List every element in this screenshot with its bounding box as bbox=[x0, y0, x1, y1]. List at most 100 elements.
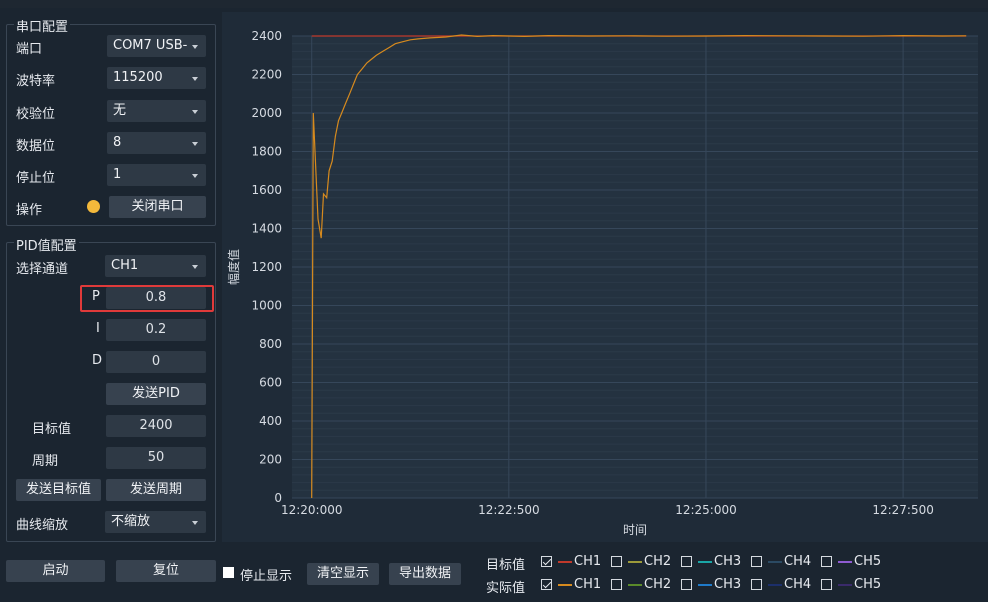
stop-display-checkbox[interactable] bbox=[223, 567, 234, 578]
stopbits-select[interactable]: 1 bbox=[107, 164, 206, 186]
port-label: 端口 bbox=[16, 42, 43, 57]
chevron-down-icon bbox=[192, 45, 198, 49]
legend-actual-ch4-checkbox[interactable] bbox=[751, 579, 762, 590]
channel-value: CH1 bbox=[111, 258, 139, 273]
legend-actual-ch3-swatch bbox=[698, 584, 712, 586]
stopbits-label: 停止位 bbox=[16, 171, 56, 186]
databits-value: 8 bbox=[113, 135, 122, 150]
d-input[interactable]: 0 bbox=[106, 351, 206, 373]
legend-actual-ch5-checkbox[interactable] bbox=[821, 579, 832, 590]
legend-actual-ch1-swatch bbox=[558, 584, 572, 586]
x-tick-label: 12:20:000 bbox=[281, 503, 343, 517]
legend-target-ch1-swatch bbox=[558, 561, 572, 563]
chevron-down-icon bbox=[192, 265, 198, 269]
zoom-select[interactable]: 不缩放 bbox=[105, 511, 206, 533]
legend-actual-label: 实际值 bbox=[486, 581, 526, 596]
legend-target-ch4-checkbox[interactable] bbox=[751, 556, 762, 567]
y-tick-label: 1200 bbox=[251, 260, 282, 274]
legend-actual-ch4-swatch bbox=[768, 584, 782, 586]
i-input[interactable]: 0.2 bbox=[106, 319, 206, 341]
d-label: D bbox=[92, 353, 103, 368]
legend-actual-ch3-label: CH3 bbox=[714, 577, 742, 592]
legend-actual-ch1-checkbox[interactable] bbox=[541, 579, 552, 590]
baud-select[interactable]: 115200 bbox=[107, 67, 206, 89]
stopbits-value: 1 bbox=[113, 167, 122, 182]
baud-label: 波特率 bbox=[16, 74, 56, 89]
target-input[interactable]: 2400 bbox=[106, 415, 206, 437]
legend-target-ch4-label: CH4 bbox=[784, 554, 812, 569]
legend-actual-ch5-swatch bbox=[838, 584, 852, 586]
databits-label: 数据位 bbox=[16, 139, 56, 154]
period-label: 周期 bbox=[32, 454, 59, 469]
y-tick-label: 1400 bbox=[251, 222, 282, 236]
reset-button[interactable]: 复位 bbox=[116, 560, 216, 582]
send-period-button[interactable]: 发送周期 bbox=[106, 479, 206, 501]
export-data-button[interactable]: 导出数据 bbox=[389, 563, 461, 585]
x-tick-label: 12:25:000 bbox=[675, 503, 737, 517]
p-label: P bbox=[92, 289, 100, 304]
y-tick-label: 2200 bbox=[251, 68, 282, 82]
y-axis-label: 幅度值 bbox=[226, 249, 241, 285]
y-tick-label: 2400 bbox=[251, 29, 282, 43]
send-target-button[interactable]: 发送目标值 bbox=[16, 479, 101, 501]
legend-actual-ch5-label: CH5 bbox=[854, 577, 882, 592]
legend-actual-ch1-label: CH1 bbox=[574, 577, 602, 592]
x-axis-label: 时间 bbox=[623, 523, 647, 537]
chevron-down-icon bbox=[192, 77, 198, 81]
clear-display-button[interactable]: 清空显示 bbox=[307, 563, 379, 585]
legend-actual-ch2-swatch bbox=[628, 584, 642, 586]
parity-value: 无 bbox=[113, 103, 127, 118]
databits-select[interactable]: 8 bbox=[107, 132, 206, 154]
channel-select[interactable]: CH1 bbox=[105, 255, 206, 277]
parity-select[interactable]: 无 bbox=[107, 100, 206, 122]
serial-config-title: 串口配置 bbox=[14, 16, 71, 35]
pid-config-title: PID值配置 bbox=[14, 235, 79, 254]
x-tick-label: 12:22:500 bbox=[478, 503, 540, 517]
parity-label: 校验位 bbox=[16, 107, 56, 122]
legend-target-ch3-checkbox[interactable] bbox=[681, 556, 692, 567]
close-port-button[interactable]: 关闭串口 bbox=[109, 196, 206, 218]
y-tick-label: 800 bbox=[259, 337, 282, 351]
send-pid-button[interactable]: 发送PID bbox=[106, 383, 206, 405]
chevron-down-icon bbox=[192, 521, 198, 525]
operation-label: 操作 bbox=[16, 203, 43, 218]
channel-label: 选择通道 bbox=[16, 262, 69, 277]
legend-target-ch3-label: CH3 bbox=[714, 554, 742, 569]
legend-actual-ch2-checkbox[interactable] bbox=[611, 579, 622, 590]
legend-target-ch2-swatch bbox=[628, 561, 642, 563]
zoom-label: 曲线缩放 bbox=[16, 518, 69, 533]
legend-target-ch2-label: CH2 bbox=[644, 554, 672, 569]
line-chart: 0200400600800100012001400160018002000220… bbox=[222, 12, 988, 542]
p-input[interactable]: 0.8 bbox=[106, 287, 206, 309]
chevron-down-icon bbox=[192, 110, 198, 114]
legend-actual-ch3-checkbox[interactable] bbox=[681, 579, 692, 590]
top-toolbar-strip bbox=[0, 0, 988, 8]
legend-target-ch5-label: CH5 bbox=[854, 554, 882, 569]
x-tick-label: 12:27:500 bbox=[872, 503, 934, 517]
zoom-value: 不缩放 bbox=[111, 514, 151, 529]
port-value: COM7 USB- bbox=[113, 38, 188, 53]
legend-target-ch5-checkbox[interactable] bbox=[821, 556, 832, 567]
i-label: I bbox=[96, 321, 100, 336]
legend-target-ch2-checkbox[interactable] bbox=[611, 556, 622, 567]
legend-actual-ch4-label: CH4 bbox=[784, 577, 812, 592]
start-button[interactable]: 启动 bbox=[6, 560, 105, 582]
target-label: 目标值 bbox=[32, 422, 72, 437]
y-tick-label: 200 bbox=[259, 453, 282, 467]
baud-value: 115200 bbox=[113, 70, 163, 85]
y-tick-label: 1600 bbox=[251, 183, 282, 197]
period-input[interactable]: 50 bbox=[106, 447, 206, 469]
y-tick-label: 1800 bbox=[251, 145, 282, 159]
chevron-down-icon bbox=[192, 174, 198, 178]
y-tick-label: 600 bbox=[259, 376, 282, 390]
legend-target-ch1-checkbox[interactable] bbox=[541, 556, 552, 567]
legend-target-ch4-swatch bbox=[768, 561, 782, 563]
legend-target-ch3-swatch bbox=[698, 561, 712, 563]
legend-target-ch1-label: CH1 bbox=[574, 554, 602, 569]
legend-actual-ch2-label: CH2 bbox=[644, 577, 672, 592]
stop-display-label: 停止显示 bbox=[240, 569, 293, 584]
port-select[interactable]: COM7 USB- bbox=[107, 35, 206, 57]
legend-target-label: 目标值 bbox=[486, 558, 526, 573]
status-indicator-icon bbox=[87, 200, 100, 213]
y-tick-label: 400 bbox=[259, 414, 282, 428]
